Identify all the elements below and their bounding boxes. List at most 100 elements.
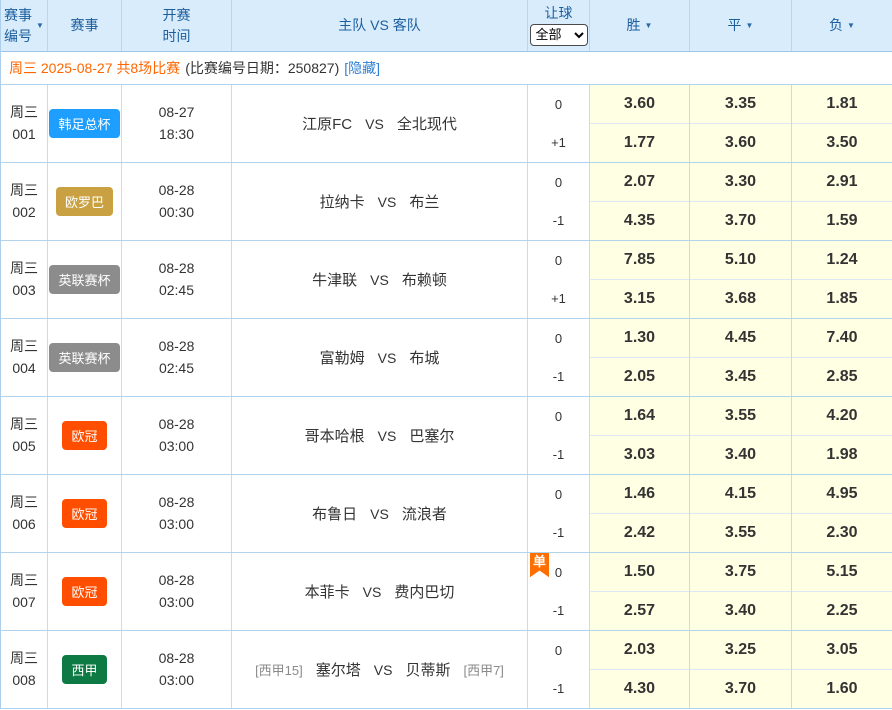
odds-win-line1[interactable]: 1.46 [590,475,689,514]
league-cell: 英联赛杯 [48,241,122,318]
odds-draw-line1[interactable]: 3.55 [690,397,791,436]
odds-draw-line2[interactable]: 3.45 [690,358,791,396]
odds-win-line2[interactable]: 3.15 [590,280,689,318]
match-date: 08-28 [159,492,195,514]
match-row: 周三 007 欧冠 08-28 03:00 本菲卡 VS 费内巴切 单 0 -1… [1,553,892,631]
handicap-filter-select[interactable]: 全部 [530,24,588,46]
sort-arrow-icon[interactable]: ▼ [645,20,653,32]
match-id-cell: 周三 008 [1,631,48,708]
header-draw[interactable]: 平 ▼ [690,0,792,51]
odds-win-line2[interactable]: 3.03 [590,436,689,474]
odds-win-line1[interactable]: 1.50 [590,553,689,592]
match-row: 周三 004 英联赛杯 08-28 02:45 富勒姆 VS 布城 单 0 -1… [1,319,892,397]
odds-lose-line1[interactable]: 2.91 [792,163,892,202]
odds-lose-line1[interactable]: 4.20 [792,397,892,436]
odds-draw-line2[interactable]: 3.40 [690,592,791,630]
match-row: 周三 006 欧冠 08-28 03:00 布鲁日 VS 流浪者 单 0 -1 … [1,475,892,553]
teams-cell: [西甲15] 塞尔塔 VS 贝蒂斯 [西甲7] [232,631,528,708]
header-handicap-label: 让球 [545,5,573,22]
match-number: 007 [12,592,35,614]
odds-win-line2[interactable]: 1.77 [590,124,689,162]
match-date: 08-28 [159,648,195,670]
teams-cell: 富勒姆 VS 布城 [232,319,528,396]
header-lose[interactable]: 负 ▼ [792,0,892,51]
odds-win-line2[interactable]: 4.35 [590,202,689,240]
league-badge: 英联赛杯 [49,265,119,294]
odds-win-line1[interactable]: 2.07 [590,163,689,202]
match-row: 周三 001 韩足总杯 08-27 18:30 江原FC VS 全北现代 单 0… [1,85,892,163]
odds-win-line2[interactable]: 2.57 [590,592,689,630]
odds-draw-line1[interactable]: 3.75 [690,553,791,592]
odds-lose-line2[interactable]: 1.59 [792,202,892,240]
header-time-line2: 时间 [163,26,191,46]
win-odds-cell: 1.30 2.05 [590,319,690,396]
win-odds-cell: 1.50 2.57 [590,553,690,630]
odds-lose-line1[interactable]: 1.24 [792,241,892,280]
start-time-cell: 08-28 03:00 [122,397,232,474]
handicap-cell: 单 0 -1 [528,163,590,240]
odds-win-line1[interactable]: 1.30 [590,319,689,358]
odds-lose-line1[interactable]: 7.40 [792,319,892,358]
odds-win-line1[interactable]: 7.85 [590,241,689,280]
vs-label: VS [365,116,384,132]
match-day: 周三 [10,648,38,670]
start-time-cell: 08-27 18:30 [122,85,232,162]
away-team: 布赖顿 [402,269,447,290]
odds-draw-line1[interactable]: 4.45 [690,319,791,358]
sort-arrow-icon[interactable]: ▼ [746,20,754,32]
win-odds-cell: 7.85 3.15 [590,241,690,318]
odds-draw-line2[interactable]: 3.70 [690,670,791,708]
header-start-time: 开赛 时间 [122,0,232,51]
table-header: 赛事 编号 ▼ 赛事 开赛 时间 主队 VS 客队 让球 全部 胜 ▼ [1,0,892,52]
teams-cell: 江原FC VS 全北现代 [232,85,528,162]
match-number: 006 [12,514,35,536]
odds-draw-line1[interactable]: 5.10 [690,241,791,280]
sort-arrow-icon[interactable]: ▼ [847,20,855,32]
league-cell: 欧罗巴 [48,163,122,240]
handicap-cell: 单 0 -1 [528,397,590,474]
odds-win-line1[interactable]: 3.60 [590,85,689,124]
handicap-value-line1: 0 [555,409,562,424]
odds-draw-line1[interactable]: 3.25 [690,631,791,670]
hide-link[interactable]: [隐藏] [344,58,380,78]
odds-lose-line2[interactable]: 2.30 [792,514,892,552]
odds-lose-line1[interactable]: 4.95 [792,475,892,514]
odds-draw-line2[interactable]: 3.68 [690,280,791,318]
odds-win-line2[interactable]: 2.05 [590,358,689,396]
odds-lose-line2[interactable]: 3.50 [792,124,892,162]
odds-lose-line2[interactable]: 2.85 [792,358,892,396]
odds-lose-line2[interactable]: 1.85 [792,280,892,318]
odds-lose-line2[interactable]: 2.25 [792,592,892,630]
odds-lose-line1[interactable]: 3.05 [792,631,892,670]
odds-lose-line2[interactable]: 1.60 [792,670,892,708]
odds-win-line2[interactable]: 2.42 [590,514,689,552]
odds-lose-line1[interactable]: 1.81 [792,85,892,124]
sort-arrow-icon[interactable]: ▼ [36,20,44,32]
lose-odds-cell: 3.05 1.60 [792,631,892,708]
lose-odds-cell: 4.95 2.30 [792,475,892,552]
header-match-number[interactable]: 赛事 编号 ▼ [1,0,48,51]
odds-win-line1[interactable]: 2.03 [590,631,689,670]
header-match-number-line2: 编号 [4,26,32,46]
lose-odds-cell: 4.20 1.98 [792,397,892,474]
odds-draw-line2[interactable]: 3.70 [690,202,791,240]
odds-win-line2[interactable]: 4.30 [590,670,689,708]
header-win[interactable]: 胜 ▼ [590,0,690,51]
match-date: 08-28 [159,570,195,592]
win-odds-cell: 1.64 3.03 [590,397,690,474]
header-competition: 赛事 [48,0,122,51]
odds-draw-line1[interactable]: 4.15 [690,475,791,514]
odds-table: 赛事 编号 ▼ 赛事 开赛 时间 主队 VS 客队 让球 全部 胜 ▼ [0,0,892,709]
league-badge: 西甲 [62,655,106,684]
odds-draw-line2[interactable]: 3.60 [690,124,791,162]
vs-label: VS [370,506,389,522]
odds-lose-line1[interactable]: 5.15 [792,553,892,592]
odds-draw-line1[interactable]: 3.35 [690,85,791,124]
odds-win-line1[interactable]: 1.64 [590,397,689,436]
odds-draw-line1[interactable]: 3.30 [690,163,791,202]
odds-lose-line2[interactable]: 1.98 [792,436,892,474]
header-lose-label: 负 [829,15,843,35]
odds-draw-line2[interactable]: 3.55 [690,514,791,552]
odds-draw-line2[interactable]: 3.40 [690,436,791,474]
header-teams: 主队 VS 客队 [232,0,528,51]
